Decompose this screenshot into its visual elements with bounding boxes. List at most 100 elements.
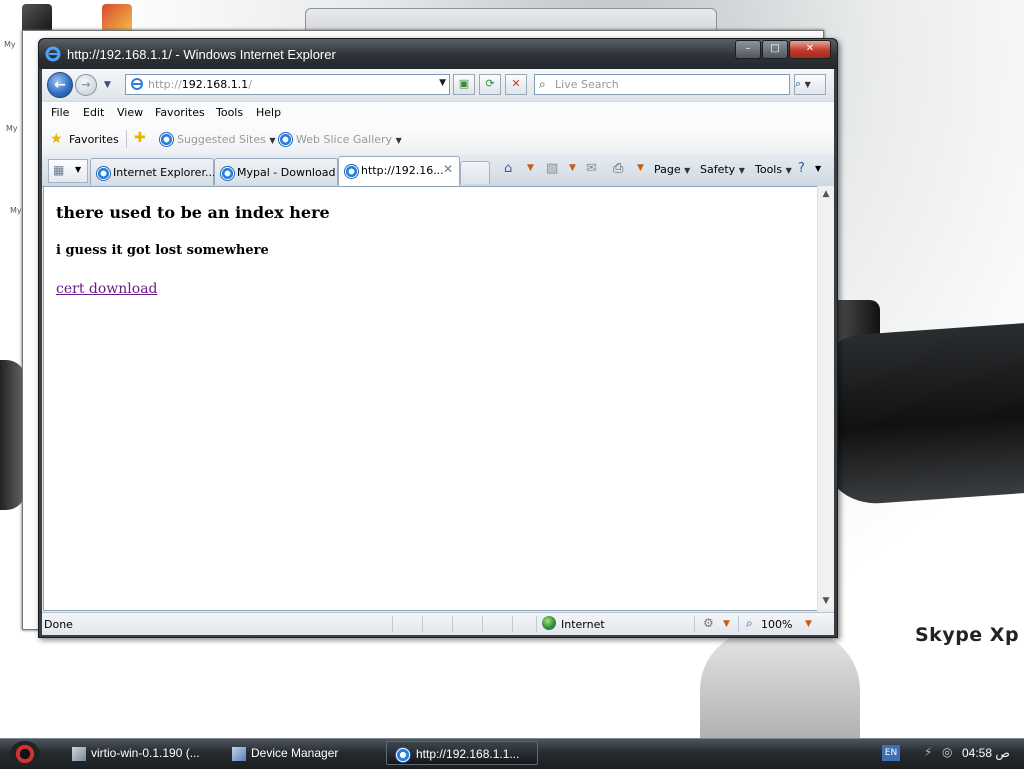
tab-bar: ▦ ▼ Internet Explorer... Mypal - Downloa…	[42, 154, 834, 187]
address-dropdown-icon[interactable]: ▼	[439, 78, 446, 88]
device-manager-icon	[232, 746, 246, 761]
search-placeholder: Live Search	[555, 78, 619, 91]
suggested-sites-icon	[159, 132, 174, 147]
navigation-bar: ← → ▼ http://192.168.1.1/ ▼ ▣ ⟳ ✕ ⌕ Live…	[42, 69, 834, 101]
feeds-dropdown-icon[interactable]: ▼	[569, 163, 576, 173]
status-text: Done	[44, 618, 73, 631]
ie-logo-icon	[45, 46, 61, 62]
print-dropdown-icon[interactable]: ▼	[637, 163, 644, 173]
tab-ie-icon	[344, 164, 359, 179]
tab-current-page[interactable]: http://192.16... ✕	[338, 156, 460, 186]
tab-ie-icon	[96, 166, 111, 181]
read-mail-icon[interactable]: ✉	[586, 161, 597, 176]
tab-ie-icon	[220, 166, 235, 181]
help-dropdown-icon[interactable]: ▼	[815, 164, 821, 173]
web-slice-gallery-icon	[278, 132, 293, 147]
status-separator	[482, 616, 483, 632]
scroll-up-arrow-icon[interactable]: ▲	[818, 186, 834, 202]
menu-favorites[interactable]: Favorites	[155, 106, 205, 119]
maximize-button[interactable]: □	[762, 40, 788, 59]
quick-tabs-button[interactable]: ▦ ▼	[48, 159, 88, 183]
stop-button[interactable]: ✕	[505, 74, 527, 95]
refresh-button[interactable]: ⟳	[479, 74, 501, 95]
toolbar-separator	[126, 130, 127, 148]
home-icon[interactable]: ⌂	[504, 161, 512, 176]
search-go-button[interactable]: ⌕ ▼	[794, 74, 826, 95]
quick-tabs-icon: ▦	[53, 163, 65, 177]
compatibility-view-button[interactable]: ▣	[453, 74, 475, 95]
scroll-down-arrow-icon[interactable]: ▼	[818, 593, 834, 609]
language-indicator[interactable]: EN	[882, 745, 900, 761]
tab-mypal-download[interactable]: Mypal - Download	[214, 158, 338, 185]
security-zone[interactable]: Internet	[561, 618, 605, 631]
desktop-icon-label: My	[4, 40, 16, 49]
clock[interactable]: ص 04:58	[962, 746, 1010, 760]
tab-label: Internet Explorer...	[113, 166, 216, 179]
favorites-button[interactable]: Favorites	[69, 133, 119, 146]
suggested-sites-link[interactable]: Suggested Sites ▼	[177, 133, 275, 146]
help-icon[interactable]: ?	[798, 161, 805, 176]
web-slice-gallery-link[interactable]: Web Slice Gallery ▼	[296, 133, 402, 146]
home-dropdown-icon[interactable]: ▼	[527, 163, 534, 173]
new-tab-button[interactable]	[460, 161, 490, 184]
installer-icon	[72, 746, 86, 761]
tab-label: Mypal - Download	[237, 166, 336, 179]
wallpaper-figure-arm	[820, 322, 1024, 508]
menu-help[interactable]: Help	[256, 106, 281, 119]
wallpaper-figure-lower	[700, 630, 860, 738]
ie-client-area: ← → ▼ http://192.168.1.1/ ▼ ▣ ⟳ ✕ ⌕ Live…	[42, 69, 834, 635]
protected-mode-icon[interactable]: ⚙	[703, 616, 714, 630]
status-separator	[738, 616, 739, 632]
tab-internet-explorer[interactable]: Internet Explorer...	[90, 158, 216, 185]
start-button[interactable]	[10, 741, 40, 767]
volume-icon[interactable]: ◎	[942, 745, 952, 759]
tab-label: http://192.16...	[361, 164, 444, 177]
forward-button[interactable]: →	[75, 74, 97, 96]
page-icon	[131, 78, 143, 90]
address-bar[interactable]: http://192.168.1.1/ ▼	[125, 74, 450, 95]
address-url[interactable]: http://192.168.1.1/	[148, 78, 252, 91]
status-bar: Done Internet ⚙ ▼ ⌕ 100% ▼	[42, 612, 834, 635]
menu-tools[interactable]: Tools	[216, 106, 243, 119]
zoom-level[interactable]: 100%	[761, 618, 792, 631]
cert-download-link[interactable]: cert download	[56, 281, 158, 297]
back-button[interactable]: ←	[47, 72, 73, 98]
search-icon: ⌕	[539, 77, 546, 91]
taskbar-item-ie[interactable]: http://192.168.1.1...	[386, 741, 538, 765]
page-heading: there used to be an index here	[56, 203, 330, 222]
favorites-bar: ★ Favorites ✚ Suggested Sites ▼ Web Slic…	[42, 124, 834, 154]
tools-menu[interactable]: Tools ▼	[755, 163, 792, 176]
add-to-favorites-bar-icon[interactable]: ✚	[134, 130, 146, 146]
menu-file[interactable]: File	[51, 106, 69, 119]
ie-icon	[395, 746, 411, 763]
taskbar-item-virtio[interactable]: virtio-win-0.1.190 (...	[72, 741, 222, 765]
page-content: there used to be an index here i guess i…	[43, 186, 817, 611]
close-tab-icon[interactable]: ✕	[443, 162, 453, 176]
zoom-dropdown-icon[interactable]: ▼	[805, 619, 812, 629]
window-title: http://192.168.1.1/ - Windows Internet E…	[67, 47, 336, 62]
network-icon[interactable]: ⚡	[924, 745, 932, 759]
search-box[interactable]: ⌕ Live Search	[534, 74, 790, 95]
ie-window: http://192.168.1.1/ - Windows Internet E…	[38, 38, 838, 638]
vertical-scrollbar[interactable]: ▲ ▼	[817, 186, 834, 609]
close-button[interactable]: ✕	[789, 40, 831, 59]
protected-mode-dropdown-icon[interactable]: ▼	[723, 619, 730, 629]
title-bar[interactable]: http://192.168.1.1/ - Windows Internet E…	[39, 39, 837, 69]
minimize-button[interactable]: –	[735, 40, 761, 59]
status-separator	[512, 616, 513, 632]
favorites-star-icon: ★	[50, 131, 63, 147]
internet-zone-globe-icon	[542, 616, 556, 630]
taskbar-item-device-manager[interactable]: Device Manager	[232, 741, 372, 765]
menu-edit[interactable]: Edit	[83, 106, 104, 119]
feeds-icon[interactable]: ▧	[546, 161, 558, 176]
tab-list-dropdown-icon[interactable]: ▼	[75, 165, 81, 174]
print-icon[interactable]: ⎙	[613, 161, 623, 176]
page-menu[interactable]: Page ▼	[654, 163, 690, 176]
wallpaper-watermark: Skype Xp	[915, 624, 1020, 646]
status-separator	[392, 616, 393, 632]
safety-menu[interactable]: Safety ▼	[700, 163, 745, 176]
zoom-icon: ⌕	[746, 616, 753, 630]
recent-pages-dropdown-icon[interactable]: ▼	[104, 80, 111, 90]
menu-view[interactable]: View	[117, 106, 143, 119]
status-separator	[694, 616, 695, 632]
